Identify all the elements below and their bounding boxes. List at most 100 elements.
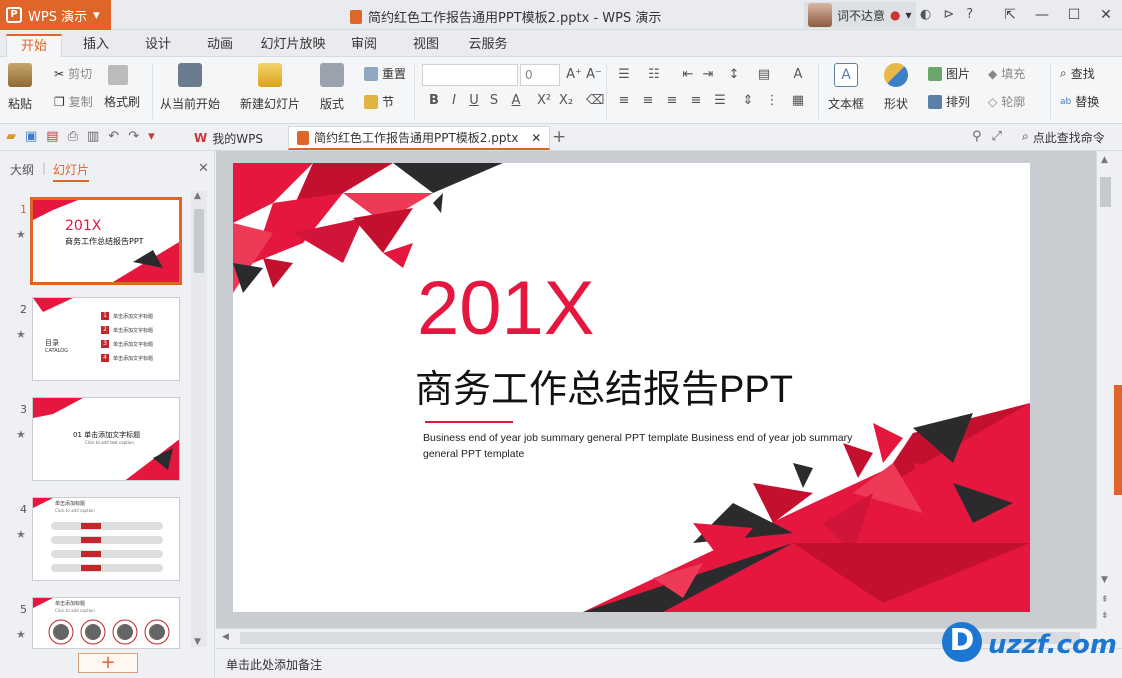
collapse-icon[interactable]: ⤢	[992, 129, 1002, 144]
align-center-icon[interactable]: ≡	[640, 93, 656, 108]
increase-indent-icon[interactable]: ⇥	[700, 67, 716, 82]
maximize-button[interactable]: ☐	[1058, 0, 1090, 30]
picture-button[interactable]: 图片	[928, 65, 970, 82]
side-expand-handle[interactable]	[1114, 385, 1122, 495]
text-align-icon[interactable]: ⋮	[764, 93, 780, 108]
scroll-down-icon[interactable]: ▼	[194, 637, 201, 647]
outline-button[interactable]: ◇ 轮廓	[988, 93, 1025, 110]
tab-document[interactable]: 简约红色工作报告通用PPT模板2.pptx ✕	[288, 126, 551, 150]
wps-app-menu-button[interactable]: P WPS 演示 ▾	[0, 0, 111, 30]
slide-thumbnail-1[interactable]: 201X 商务工作总结报告PPT	[30, 197, 182, 285]
tab-review[interactable]: 审阅	[340, 34, 388, 57]
scroll-left-icon[interactable]: ◀	[222, 632, 229, 642]
minimize-button[interactable]: —	[1026, 0, 1058, 30]
shrink-font-icon[interactable]: A⁻	[586, 67, 602, 82]
print-icon[interactable]: ⎙	[68, 129, 78, 144]
columns-icon[interactable]: ▤	[756, 67, 772, 82]
prev-slide-icon[interactable]: ⇞	[1101, 595, 1109, 605]
open-icon[interactable]: ▰	[6, 129, 16, 144]
customize-icon[interactable]: ▾	[148, 129, 155, 144]
scroll-up-icon[interactable]: ▲	[1101, 155, 1108, 165]
reset-button[interactable]: 重置	[364, 65, 406, 82]
slide-thumbnail-3[interactable]: 01 单击添加文字标题 Click to add text caption	[32, 397, 180, 481]
underline-icon[interactable]: U	[466, 93, 482, 108]
export-pdf-icon[interactable]: ▤	[46, 129, 58, 144]
tab-animation[interactable]: 动画	[196, 34, 244, 57]
italic-icon[interactable]: I	[446, 93, 462, 108]
tab-outline[interactable]: 大纲	[10, 161, 34, 178]
arrange-button[interactable]: 排列	[928, 93, 970, 110]
clear-format-icon[interactable]: ⌫	[586, 93, 604, 108]
superscript-icon[interactable]: X²	[536, 93, 552, 108]
pin-icon[interactable]: ⚲	[972, 129, 982, 144]
line-spacing-icon[interactable]: ↕	[726, 67, 742, 82]
redo-icon[interactable]: ↷	[128, 129, 139, 144]
fill-button[interactable]: ◆ 填充	[988, 65, 1025, 82]
canvas-vertical-scrollbar[interactable]: ▲ ▼ ⇞ ⇟	[1096, 151, 1114, 628]
format-painter-button[interactable]	[108, 65, 128, 85]
panel-scrollbar[interactable]: ▲ ▼	[191, 191, 207, 647]
canvas-scroll-thumb[interactable]	[1100, 177, 1111, 207]
skin-icon[interactable]: ◐	[920, 7, 931, 22]
numbering-icon[interactable]: ☷	[646, 67, 662, 82]
font-color-icon[interactable]: A	[508, 93, 524, 108]
restore-ribbon-icon[interactable]: ⇱	[994, 0, 1026, 30]
justify-icon[interactable]: ≡	[688, 93, 704, 108]
decrease-indent-icon[interactable]: ⇤	[680, 67, 696, 82]
from-current-button[interactable]: 从当前开始	[160, 63, 220, 112]
scroll-down-icon[interactable]: ▼	[1101, 575, 1108, 585]
close-icon[interactable]: ✕	[531, 131, 541, 145]
slide-canvas[interactable]: 201X 商务工作总结报告PPT Business end of year jo…	[233, 163, 1030, 612]
slide-thumbnail-4[interactable]: 单击添加标题 Click to add caption	[32, 497, 180, 581]
tab-view[interactable]: 视图	[402, 34, 450, 57]
align-right-icon[interactable]: ≡	[664, 93, 680, 108]
find-button[interactable]: ⌕ 查找	[1060, 65, 1095, 82]
tab-insert[interactable]: 插入	[72, 34, 120, 57]
panel-scroll-thumb[interactable]	[194, 209, 204, 273]
paste-button[interactable]: 粘贴	[8, 63, 32, 112]
slide-subtitle[interactable]: Business end of year job summary general…	[423, 431, 855, 463]
slide-thumbnail-5[interactable]: 单击添加标题 Click to add caption	[32, 597, 180, 649]
shadow-icon[interactable]: S	[486, 93, 502, 108]
close-icon[interactable]: ✕	[198, 161, 209, 176]
font-size-select[interactable]: 0	[520, 64, 560, 86]
tab-slides[interactable]: 幻灯片	[53, 161, 90, 182]
slide-title[interactable]: 商务工作总结报告PPT	[415, 371, 793, 409]
grow-font-icon[interactable]: A⁺	[566, 67, 582, 82]
align-left-icon[interactable]: ≡	[616, 93, 632, 108]
smart-art-icon[interactable]: ▦	[790, 93, 806, 108]
new-tab-button[interactable]: +	[552, 127, 566, 147]
slide-thumbnail-2[interactable]: 目录 CATALOG 1 单击添加文字标题 2 单击添加文字标题 3 单击添加文字标题…	[32, 297, 180, 381]
share-icon[interactable]: ⊳	[943, 7, 954, 22]
add-slide-button[interactable]: +	[78, 653, 138, 673]
bold-icon[interactable]: B	[426, 93, 442, 108]
text-box-button[interactable]: A 文本框	[828, 63, 864, 112]
user-account[interactable]: 词不达意 ● ▾	[804, 2, 916, 28]
tab-design[interactable]: 设计	[134, 34, 182, 57]
undo-icon[interactable]: ↶	[108, 129, 119, 144]
scroll-up-icon[interactable]: ▲	[194, 191, 201, 201]
replace-button[interactable]: ab 替换	[1060, 93, 1099, 110]
save-icon[interactable]: ▣	[25, 129, 37, 144]
tab-cloud[interactable]: 云服务	[460, 34, 516, 57]
command-search[interactable]: ⌕ 点此查找命令	[1022, 129, 1105, 146]
help-icon[interactable]: ?	[966, 7, 973, 22]
new-slide-button[interactable]: 新建幻灯片	[240, 63, 300, 112]
paragraph-spacing-icon[interactable]: ⇕	[740, 93, 756, 108]
shape-button[interactable]: 形状	[884, 63, 908, 112]
copy-button[interactable]: ❐ 复制	[54, 93, 93, 110]
tab-my-wps[interactable]: W 我的WPS	[186, 126, 271, 150]
subscript-icon[interactable]: X₂	[558, 93, 574, 108]
font-family-select[interactable]	[422, 64, 518, 86]
close-button[interactable]: ✕	[1090, 0, 1122, 30]
cut-button[interactable]: ✂ 剪切	[54, 65, 92, 82]
layout-button[interactable]: 版式	[320, 63, 344, 112]
slide-year[interactable]: 201X	[417, 271, 595, 347]
section-button[interactable]: 节	[364, 93, 394, 110]
preview-icon[interactable]: ▥	[87, 129, 99, 144]
tab-home[interactable]: 开始	[6, 34, 62, 57]
tab-slideshow[interactable]: 幻灯片放映	[256, 34, 330, 57]
distribute-icon[interactable]: ☰	[712, 93, 728, 108]
bullets-icon[interactable]: ☰	[616, 67, 632, 82]
text-direction-icon[interactable]: A	[790, 67, 806, 82]
